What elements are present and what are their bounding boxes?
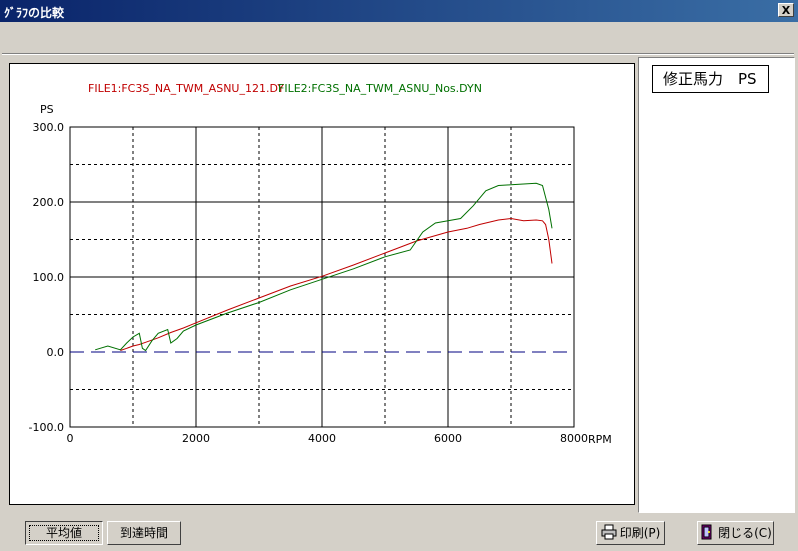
x-tick-label: 0 bbox=[67, 432, 74, 445]
close-window-button[interactable]: X bbox=[778, 3, 794, 17]
side-panel: 修正馬力 PS bbox=[638, 57, 795, 513]
title-bar: ｸﾞﾗﾌの比較 X bbox=[0, 0, 798, 22]
y-tick-label: 100.0 bbox=[33, 271, 65, 284]
metric-label: 修正馬力 PS bbox=[652, 65, 769, 93]
print-button[interactable]: 印刷(P) bbox=[596, 521, 665, 545]
arrival-time-button-label: 到達時間 bbox=[119, 526, 168, 540]
x-axis-label: RPM bbox=[588, 433, 612, 446]
close-button[interactable]: 閉じる(C) bbox=[697, 521, 774, 545]
print-button-label: 印刷(P) bbox=[619, 526, 661, 540]
arrival-time-button[interactable]: 到達時間 bbox=[107, 521, 181, 545]
door-exit-icon bbox=[701, 524, 712, 540]
y-tick-label: 0.0 bbox=[47, 346, 65, 359]
close-button-label: 閉じる(C) bbox=[718, 526, 772, 540]
x-tick-label: 4000 bbox=[308, 432, 336, 445]
y-axis-label: PS bbox=[40, 103, 54, 116]
comparison-chart: -100.0 0.0 100.0 200.0 300.0 0 2000 4000 6000 800… bbox=[29, 82, 612, 446]
printer-icon bbox=[601, 524, 617, 540]
x-tick-label: 6000 bbox=[434, 432, 462, 445]
y-tick-label: -100.0 bbox=[29, 421, 64, 434]
average-button[interactable]: 平均値 bbox=[25, 521, 103, 545]
window-title: ｸﾞﾗﾌの比較 bbox=[4, 6, 65, 20]
bottom-bar: 平均値 到達時間 印刷(P) 閉じる(C) bbox=[0, 514, 798, 551]
average-button-label: 平均値 bbox=[45, 526, 82, 540]
legend-file2: FILE2:FC3S_NA_TWM_ASNU_Nos.DYN bbox=[278, 82, 482, 95]
y-tick-label: 300.0 bbox=[33, 121, 65, 134]
x-tick-label: 8000 bbox=[560, 432, 588, 445]
y-tick-label: 200.0 bbox=[33, 196, 65, 209]
toolbar-area bbox=[2, 23, 794, 54]
chart-panel: -100.0 0.0 100.0 200.0 300.0 0 2000 4000 6000 800… bbox=[9, 63, 635, 505]
x-tick-label: 2000 bbox=[182, 432, 210, 445]
legend-file1: FILE1:FC3S_NA_TWM_ASNU_121.DY bbox=[88, 82, 284, 95]
